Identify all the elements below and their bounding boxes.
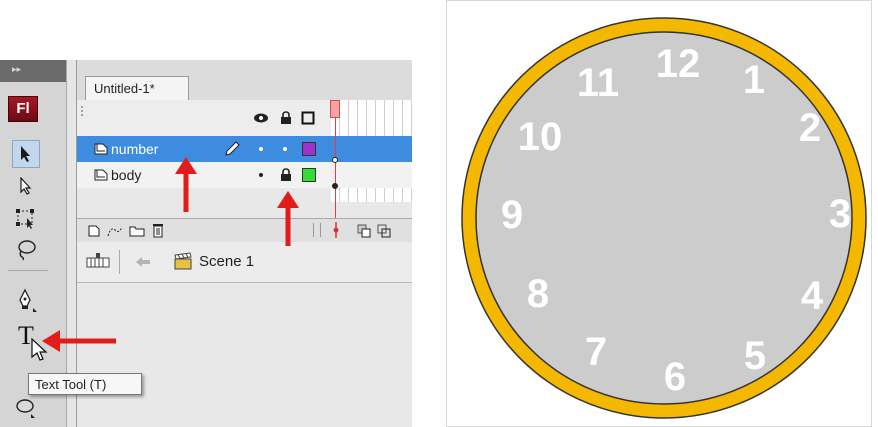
layer-row-body[interactable]: body xyxy=(77,162,412,188)
lock-dot[interactable] xyxy=(283,147,287,151)
panel-collapse-button[interactable]: ▸▸ xyxy=(0,60,66,82)
gripper-icon xyxy=(81,106,83,116)
flash-workspace: ▸▸ Fl T Untitled-1* number body Scene 1 … xyxy=(0,60,412,427)
clapper-icon xyxy=(174,252,192,270)
motion-guide-icon[interactable] xyxy=(107,224,123,238)
numeral-6: 6 xyxy=(664,355,686,399)
outline-icon[interactable] xyxy=(301,111,315,125)
scene-name[interactable]: Scene 1 xyxy=(199,242,254,282)
numeral-10: 10 xyxy=(518,115,563,159)
selection-tool-button[interactable] xyxy=(12,140,40,168)
layer-name: number xyxy=(111,141,159,157)
edit-bar-divider xyxy=(119,250,120,274)
onion-skin-outline-icon[interactable] xyxy=(377,224,391,238)
playhead[interactable] xyxy=(330,100,340,118)
subselection-arrow-icon xyxy=(20,177,32,195)
tools-panel: ▸▸ Fl T xyxy=(0,60,67,427)
onion-skin-icon[interactable] xyxy=(357,224,371,238)
selection-arrow-icon xyxy=(21,146,30,162)
numeral-4: 4 xyxy=(801,274,824,318)
timeline-toggle-icon[interactable] xyxy=(85,252,111,272)
text-tool-tooltip: Text Tool (T) xyxy=(28,373,142,395)
new-folder-icon[interactable] xyxy=(129,224,145,238)
toolbar-divider xyxy=(8,270,48,271)
trash-icon[interactable] xyxy=(151,222,165,238)
keyframe-dot xyxy=(332,183,338,189)
pen-tool-button[interactable] xyxy=(12,286,40,314)
lasso-icon xyxy=(18,240,36,261)
layer-color-swatch[interactable] xyxy=(302,142,316,156)
numeral-5: 5 xyxy=(744,334,766,378)
numeral-8: 8 xyxy=(527,272,549,316)
clock-artwork: 12 1 2 3 4 5 6 7 8 9 10 11 xyxy=(446,0,872,427)
red-arrow-pointing-number-layer xyxy=(175,157,197,212)
numeral-2: 2 xyxy=(799,106,821,150)
numeral-7: 7 xyxy=(585,330,607,374)
oval-icon xyxy=(16,399,35,418)
lock-icon[interactable] xyxy=(279,168,293,182)
layer-name: body xyxy=(111,167,142,183)
new-layer-icon[interactable] xyxy=(87,224,101,238)
flash-logo: Fl xyxy=(8,96,38,122)
numeral-9: 9 xyxy=(501,193,523,237)
subselection-tool-button[interactable] xyxy=(12,172,40,200)
layer-row-number[interactable]: number xyxy=(77,136,412,162)
visibility-dot[interactable] xyxy=(259,173,263,177)
layer-color-swatch[interactable] xyxy=(302,168,316,182)
pen-icon xyxy=(19,288,37,312)
layer-icon xyxy=(94,143,108,155)
red-arrow-pointing-text-tool xyxy=(42,330,116,352)
free-transform-icon xyxy=(16,209,34,229)
numeral-1: 1 xyxy=(743,58,765,102)
numeral-12: 12 xyxy=(656,42,701,86)
edit-bar: Scene 1 xyxy=(77,242,412,283)
back-arrow-icon[interactable] xyxy=(135,256,151,268)
lock-icon[interactable] xyxy=(279,111,293,125)
numeral-11: 11 xyxy=(577,61,619,105)
footer-divider xyxy=(313,223,321,237)
document-tabbar: Untitled-1* xyxy=(77,60,412,101)
timeline-panel: Untitled-1* 1 5 number xyxy=(76,60,412,427)
numeral-3: 3 xyxy=(829,192,851,236)
red-arrow-pointing-lock xyxy=(277,191,299,246)
pencil-icon xyxy=(225,141,240,156)
document-tab[interactable]: Untitled-1* xyxy=(85,76,189,100)
lasso-tool-button[interactable] xyxy=(12,236,40,264)
eye-icon[interactable] xyxy=(253,112,269,124)
center-frame-icon[interactable] xyxy=(331,222,341,238)
oval-tool-button[interactable] xyxy=(12,394,40,422)
layer-icon xyxy=(94,169,108,181)
visibility-dot[interactable] xyxy=(259,147,263,151)
keyframe-dot xyxy=(332,157,338,163)
clock-face xyxy=(475,31,853,405)
free-transform-tool-button[interactable] xyxy=(12,204,40,232)
timeline-footer xyxy=(77,218,412,244)
